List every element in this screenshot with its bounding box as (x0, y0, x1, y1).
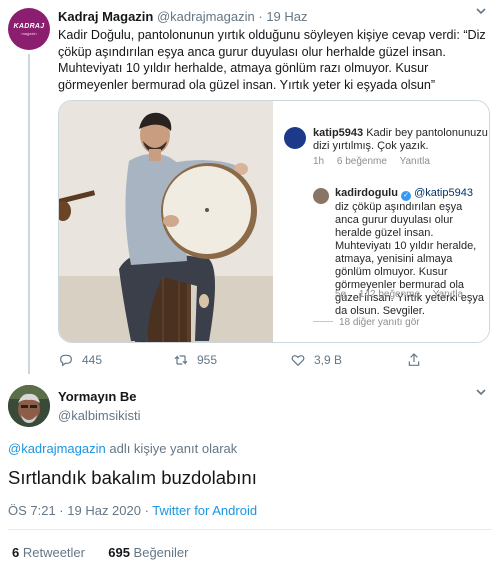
avatar-logo-subtext: magazin (21, 30, 37, 36)
more-replies-dash (313, 321, 333, 322)
tweet-timestamp: ÖS 7:21 · 19 Haz 2020 · Twitter for Andr… (8, 503, 257, 518)
commenter-avatar[interactable] (313, 188, 329, 204)
comment-1-text: katip5943 Kadir bey pantolonunuzu dizi y… (313, 127, 489, 153)
like-button[interactable]: 3,9 B (290, 352, 342, 368)
divider (8, 529, 492, 530)
retweet-icon (174, 355, 188, 365)
likes-stat[interactable]: 695 Beğeniler (108, 545, 188, 560)
heart-icon (291, 355, 305, 367)
comment-1-likes[interactable]: 6 beğenme (337, 156, 387, 167)
comment-1-age: 1h (313, 156, 325, 167)
likes-label: Beğeniler (129, 545, 189, 560)
share-icon (408, 353, 420, 366)
reply-button[interactable]: 445 (58, 352, 102, 368)
thread-line (28, 54, 30, 374)
tweet-text: Kadir Doğulu, pantolonunun yırtık olduğu… (58, 28, 486, 92)
retweet-button[interactable]: 955 (173, 352, 217, 368)
more-replies-label: 18 diğer yanıtı gör (339, 317, 420, 328)
avatar-logo-text: KADRAJ (13, 22, 45, 30)
commenter-avatar[interactable] (284, 127, 306, 149)
user-name[interactable]: Kadraj Magazin (58, 9, 153, 24)
timestamp-text[interactable]: ÖS 7:21 · 19 Haz 2020 · (8, 503, 152, 518)
reply-icon (60, 354, 72, 367)
user-name[interactable]: Yormayın Be (58, 389, 137, 404)
comment-2-mention[interactable]: @katip5943 (414, 187, 473, 199)
comment-pane: katip5943 Kadir bey pantolonunuzu dizi y… (273, 101, 489, 342)
comment-1-reply[interactable]: Yanıtla (400, 156, 430, 167)
retweet-count: 955 (197, 353, 218, 367)
comment-1-meta: 1h 6 beğenme Yanıtla (313, 156, 440, 167)
likes-count: 695 (108, 545, 130, 560)
tweet-text: Sırtlandık bakalım buzdolabını (8, 467, 257, 488)
separator-dot: · (258, 9, 263, 24)
tweet-time[interactable]: 19 Haz (266, 9, 307, 24)
reply-count: 445 (82, 353, 103, 367)
avatar[interactable] (8, 385, 50, 427)
comment-2-likes[interactable]: 142 beğenme (359, 289, 420, 300)
source-link[interactable]: Twitter for Android (152, 503, 257, 518)
retweets-label: Retweetler (19, 545, 85, 560)
replying-to: @kadrajmagazin adlı kişiye yanıt olarak (8, 441, 237, 456)
user-handle[interactable]: @kalbimsikisti (58, 408, 141, 423)
tweet-yormayin-be: Yormayın Be @kalbimsikisti @kadrajmagazi… (0, 375, 500, 574)
reply-mention-link[interactable]: @kadrajmagazin (8, 441, 106, 456)
comment-2-meta: 5g 142 beğenme Yanıtla (335, 289, 473, 300)
comment-2-reply[interactable]: Yanıtla (433, 289, 463, 300)
tweet-stats: 6 Retweetler 695 Beğeniler (12, 545, 188, 560)
comment-2-age: 5g (335, 289, 347, 300)
user-handle[interactable]: @kadrajmagazin (157, 9, 255, 24)
tweet-media[interactable]: katip5943 Kadir bey pantolonunuzu dizi y… (58, 100, 490, 343)
reply-suffix: adlı kişiye yanıt olarak (105, 441, 238, 456)
like-count: 3,9 B (314, 353, 343, 367)
photo-musician[interactable] (59, 101, 273, 342)
comment-1-user[interactable]: katip5943 (313, 127, 363, 139)
chevron-down-icon[interactable] (474, 4, 488, 23)
tweet-header: Kadraj Magazin @kadrajmagazin · 19 Haz (58, 9, 308, 24)
verified-badge-icon: ✓ (401, 191, 412, 201)
more-replies-link[interactable]: 18 diğer yanıtı gör (313, 317, 420, 328)
tweet-actions: 445 955 3,9 B (58, 352, 478, 370)
share-button[interactable] (406, 352, 430, 368)
retweets-stat[interactable]: 6 Retweetler (12, 545, 85, 560)
avatar[interactable]: KADRAJ magazin (8, 8, 50, 50)
chevron-down-icon[interactable] (474, 385, 488, 404)
comment-2-user[interactable]: kadirdogulu (335, 187, 398, 199)
tweet-kadraj-magazin: KADRAJ magazin Kadraj Magazin @kadrajmag… (0, 0, 500, 375)
